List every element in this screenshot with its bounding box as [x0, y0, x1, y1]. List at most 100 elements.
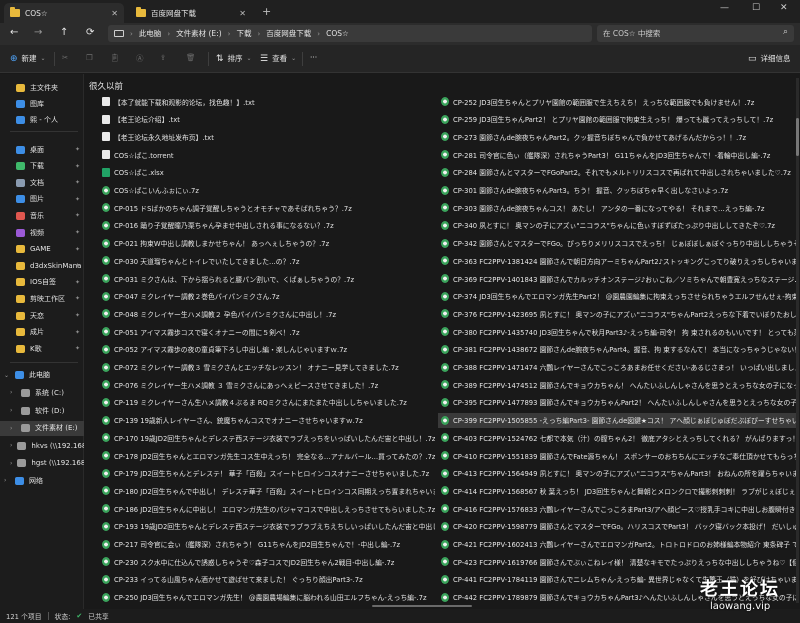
file-item[interactable]: CP-047 ミクレイヤー調教２巻色パイパンミクさん.7z	[99, 289, 435, 304]
sidebar-item[interactable]: › 文件素材 (E:)	[0, 420, 84, 436]
file-item[interactable]: CP-259 JD3回生ちゃんPart2！ とプリヤ園館の範囲服で拘束生えっち！…	[438, 112, 796, 127]
file-item[interactable]: CP-233 イってる山風ちゃん酒かせて遊ばせて来ました！ ぐっちり顔出Part…	[99, 572, 435, 587]
file-item[interactable]: CP-388 FC2PPV-1471474 六鸚レイヤーさんでこっころあまお任せ…	[438, 360, 796, 375]
file-item[interactable]: CP-072 ミクレイヤー調教３ 雪ミクさんとエッチなレッスン！ オナニー見学し…	[99, 360, 435, 375]
paste-icon[interactable]: 📋︎	[110, 53, 120, 62]
file-item[interactable]: CP-178 JD2回生ちゃんとエロマンガ先生コス生中えっち！ 完全なる…アナル…	[99, 448, 435, 463]
chevron-right-icon[interactable]: ›	[10, 389, 16, 396]
file-item[interactable]: CP-421 FC2PPV-1602413 六鸚レイヤーさんでエロマンガPart…	[438, 537, 796, 552]
file-item[interactable]: CP-119 ミクレイヤーさん生ハメ調教４ぶるま RQミクさんにまたまた中出しし…	[99, 395, 435, 410]
file-item[interactable]: CP-281 司令官に色ぃ（艦隊深）されちゃうPart3！ G11ちゃんをJD3…	[438, 147, 796, 162]
address-bar[interactable]: › 此电脑 › 文件素材 (E:) › 下载 › 百度网盘下载 › COS☆	[108, 25, 592, 42]
breadcrumb-cos[interactable]: COS☆	[326, 29, 349, 38]
delete-icon[interactable]: 🗑︎	[186, 53, 196, 62]
sidebar-item[interactable]: ⌄ 此电脑	[0, 368, 84, 383]
file-item[interactable]: CP-395 FC2PPV-1477893 園節さんでキョウカちゃんPart2！…	[438, 395, 796, 410]
forward-button[interactable]: →	[34, 27, 42, 38]
close-icon[interactable]: ✕	[239, 9, 246, 18]
file-item[interactable]: CP-015 ドSばかのちゃん調子覚醒しちゃうとオモチャであそばれちゃう？.7z	[99, 200, 435, 215]
sidebar-item[interactable]: 剪映工作区 ✦	[0, 291, 84, 306]
sidebar-item[interactable]: › hkvs (\\192.168.	[0, 438, 84, 453]
tab-cos[interactable]: COS☆ ✕	[4, 3, 124, 23]
file-item[interactable]: CP-416 FC2PPV-1576833 六鸚レイヤーさんでこっころまPart…	[438, 501, 796, 516]
file-item[interactable]: CP-410 FC2PPV-1551839 園節さんでFate源ちゃん！ スポン…	[438, 448, 796, 463]
sidebar-item[interactable]: 主文件夹	[0, 80, 84, 95]
file-item[interactable]: COS☆ぱこ.torrent	[99, 147, 435, 162]
file-item[interactable]: COS☆ぱこ.xlsx	[99, 165, 435, 180]
chevron-right-icon[interactable]: ›	[10, 442, 12, 449]
file-item[interactable]: CP-340 夙とすに！ 奥マンの子にアズぃ"ニコラス"ちゃんに色ぃすぼずぽたっ…	[438, 218, 796, 233]
view-button[interactable]: ☰ 查看 ⌄	[260, 53, 296, 64]
copy-icon[interactable]: ❐	[86, 53, 93, 62]
file-item[interactable]: CP-030 天道瑠ちゃんとトイレでいたしてきました…の？.7z	[99, 253, 435, 268]
sidebar-item[interactable]: GAME ✦	[0, 242, 84, 257]
share-icon[interactable]: ⇪	[160, 53, 166, 62]
file-item[interactable]: CP-414 FC2PPV-1568567 秋 葉えっち！ JD3回生ちゃんと舞…	[438, 483, 796, 498]
file-item[interactable]: CP-399 FC2PPV-1505855 -えっち編Part3- 園節さんde…	[438, 412, 796, 428]
minimize-button[interactable]: —	[720, 3, 729, 13]
scrollbar-thumb[interactable]	[796, 118, 799, 156]
chevron-down-icon[interactable]: ⌄	[4, 372, 10, 379]
file-item[interactable]: CP-230 スク水中に仕込んで誘惑しちゃうぞ♡森子コスでJD2回生ちゃん2戦目…	[99, 554, 435, 569]
file-item[interactable]: CP-374 JD3回生ちゃんでエロマンガ先生Part2！ @園農園編集に拘束え…	[438, 289, 796, 304]
sidebar-item[interactable]: 图片 ✦	[0, 192, 84, 207]
refresh-button[interactable]: ⟳	[86, 27, 94, 38]
close-icon[interactable]: ✕	[111, 9, 118, 18]
file-item[interactable]: CP-252 JD3回生ちゃんとプリヤ園館の範囲服で生えちえち！ えっちな範囲服…	[438, 94, 796, 109]
chevron-right-icon[interactable]: ›	[10, 407, 16, 414]
horizontal-scrollbar[interactable]	[372, 605, 472, 607]
sidebar-item[interactable]: K歌 ✦	[0, 341, 84, 356]
sidebar-item[interactable]: › 软件 (D:)	[0, 403, 84, 418]
file-item[interactable]: CP-186 JD2回生ちゃんに中出し！ エロマンガ先生のパジャマコスで中出しえ…	[99, 501, 435, 516]
file-item[interactable]: CP-413 FC2PPV-1564949 夙とすに！ 奥マンの子にアズぃ"ニコ…	[438, 466, 796, 481]
file-item[interactable]: CP-021 拘束W中出し調教しまかせちゃん！ あっへぇしちゃうの？.7z	[99, 236, 435, 251]
file-item[interactable]: CP-381 FC2PPV-1438672 園節さんde腕夜ちゃんPart4。握…	[438, 342, 796, 357]
cut-icon[interactable]: ✂	[62, 53, 68, 62]
rename-icon[interactable]: Ⓐ	[136, 53, 144, 64]
chevron-right-icon[interactable]: ›	[4, 477, 10, 484]
file-item[interactable]: CP-179 JD2回生ちゃんとデレステ！ 華子「百殺」スイートヒロインコスオナ…	[99, 466, 435, 481]
file-item[interactable]: CP-193 19歳JD2回生ちゃんとデレステ西ステージ衣装でラブラブえちえちし…	[99, 519, 435, 534]
sidebar-item[interactable]: 音乐 ✦	[0, 208, 84, 223]
file-item[interactable]: CP-139 19歳新人レイヤーさん、銃魔ちゃんコスでオナニーさせちゃいますｗ.…	[99, 413, 435, 428]
details-button[interactable]: ▭ 详细信息	[748, 53, 791, 64]
sidebar-item[interactable]: 熙 - 个人	[0, 112, 84, 127]
breadcrumb-download[interactable]: 下载	[236, 28, 251, 39]
file-item[interactable]: CP-303 園節さんde腕夜ちゃんコス！ あたし！ アンタの一番になってやる！…	[438, 200, 796, 215]
file-item[interactable]: CP-342 園節さんとマスターでFGo。ぴっちりメリリスコスでえっち！ じぁぼ…	[438, 236, 796, 251]
file-item[interactable]: CP-301 園節さんde腕夜ちゃんPart3。ちう！ 握音、クッちぼちゃ早く出…	[438, 183, 796, 198]
sidebar-item[interactable]: 下载 ✦	[0, 159, 84, 174]
sidebar-item[interactable]: › hgst (\\192.168.	[0, 456, 84, 471]
sidebar-item[interactable]: d3dxSkinMana ✦	[0, 258, 84, 273]
file-item[interactable]: CP-016 踊り子覚醒瞳乃栗ちゃん孕ませ中出しされる事になるない？.7z	[99, 218, 435, 233]
file-item[interactable]: CP-217 司令官に会ぃ（艦隊深）されちゃう！ G11ちゃんをJD2回生ちゃん…	[99, 537, 435, 552]
sidebar-item[interactable]: 文档 ✦	[0, 175, 84, 190]
vertical-scrollbar[interactable]	[796, 78, 799, 603]
up-button[interactable]: ↑	[60, 27, 68, 38]
sidebar-item[interactable]: 图库	[0, 96, 84, 111]
file-item[interactable]: 【本了就能下载和观影的论坛，找色趣！】.txt	[99, 94, 435, 109]
back-button[interactable]: ←	[10, 27, 18, 38]
new-button[interactable]: ⊕ 新建 ⌄	[10, 53, 46, 64]
close-window-button[interactable]: ✕	[780, 3, 788, 13]
file-item[interactable]: 【老王论坛介绍】.txt	[99, 112, 435, 127]
breadcrumb-drive-e[interactable]: 文件素材 (E:)	[176, 28, 222, 39]
search-input[interactable]: 在 COS☆ 中搜索 ⌕	[597, 25, 794, 42]
file-item[interactable]: CP-380 FC2PPV-1435740 JD3回生ちゃんで秋月Part3♪-…	[438, 324, 796, 339]
sidebar-item[interactable]: › 网络	[0, 473, 84, 488]
file-item[interactable]: CP-363 FC2PPV-1381424 園節さんで朝日方向アーミちゃんPar…	[438, 253, 796, 268]
file-item[interactable]: CP-250 JD3回生ちゃんでエロマンガ先生！ @農園農場編集に脳われる山田エ…	[99, 590, 435, 605]
file-item[interactable]: CP-180 JD2回生ちゃんで中出し！ デレステ華子「百殺」スイートヒロインコ…	[99, 483, 435, 498]
breadcrumb-baidu-download[interactable]: 百度网盘下载	[266, 28, 311, 39]
maximize-button[interactable]: ☐	[752, 3, 760, 13]
file-item[interactable]: CP-076 ミクレイヤー生ハメ調教 ３ 雪ミクさんにあっへぇピースさせてきまし…	[99, 377, 435, 392]
breadcrumb-this-pc[interactable]: 此电脑	[139, 28, 162, 39]
sidebar-item[interactable]: IOS自签 ✦	[0, 275, 84, 290]
file-item[interactable]: CP-389 FC2PPV-1474512 園節さんでキョウカちゃん！ へんたい…	[438, 377, 796, 392]
chevron-right-icon[interactable]: ›	[10, 425, 16, 432]
file-item[interactable]: COS☆ぱこいんふぉにぃ.7z	[99, 183, 435, 198]
file-item[interactable]: CP-403 FC2PPV-1524762 七都で本気（汁）の膣ちゃん2！ 徹底…	[438, 430, 796, 445]
file-item[interactable]: CP-420 FC2PPV-1598779 園節さんとマスターでFGo。ハリスコ…	[438, 519, 796, 534]
file-item[interactable]: CP-369 FC2PPV-1401843 園節さんでカルッチオンステージ♪おぃ…	[438, 271, 796, 286]
file-item[interactable]: CP-423 FC2PPV-1619766 園節さんでぶぃこねレイ様！ 清楚なキ…	[438, 554, 796, 569]
